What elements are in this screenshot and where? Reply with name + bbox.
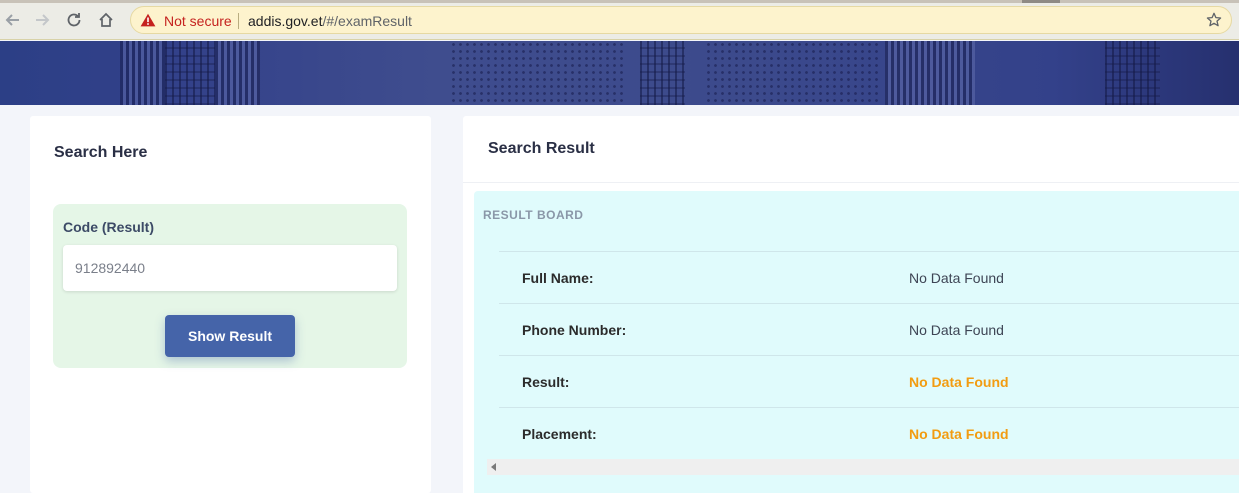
result-value: No Data Found bbox=[909, 374, 1009, 390]
forward-arrow-icon[interactable] bbox=[30, 8, 54, 32]
url-text[interactable]: addis.gov.et/#/examResult bbox=[248, 13, 412, 29]
code-field-label: Code (Result) bbox=[63, 219, 154, 235]
result-card: Search Result RESULT BOARD Full Name: No… bbox=[463, 116, 1239, 493]
search-card-title: Search Here bbox=[54, 144, 148, 161]
header-banner bbox=[0, 41, 1239, 105]
phone-number-value: No Data Found bbox=[909, 322, 1004, 338]
search-card: Search Here Code (Result) Show Result bbox=[30, 116, 431, 493]
full-name-label: Full Name: bbox=[522, 270, 594, 286]
reload-icon[interactable] bbox=[62, 8, 86, 32]
banner-pattern bbox=[215, 41, 260, 105]
table-row: Placement: No Data Found bbox=[499, 407, 1239, 459]
full-name-value: No Data Found bbox=[909, 270, 1004, 286]
result-board: RESULT BOARD Full Name: No Data Found Ph… bbox=[474, 191, 1239, 493]
banner-pattern bbox=[885, 41, 975, 105]
phone-number-label: Phone Number: bbox=[522, 322, 627, 338]
table-row: Phone Number: No Data Found bbox=[499, 303, 1239, 355]
banner-pattern bbox=[1105, 41, 1160, 105]
horizontal-scrollbar[interactable] bbox=[487, 459, 1239, 475]
banner-pattern bbox=[640, 41, 685, 105]
url-host: addis.gov.et bbox=[248, 13, 323, 29]
table-row: Result: No Data Found bbox=[499, 355, 1239, 407]
star-icon[interactable] bbox=[1206, 12, 1222, 28]
placement-value: No Data Found bbox=[909, 426, 1009, 442]
placement-label: Placement: bbox=[522, 426, 597, 442]
scroll-left-arrow-icon[interactable] bbox=[491, 463, 496, 471]
code-input[interactable] bbox=[63, 245, 397, 291]
card-divider bbox=[463, 182, 1239, 183]
warning-icon[interactable] bbox=[140, 13, 156, 27]
browser-toolbar: Not secure addis.gov.et/#/examResult bbox=[0, 0, 1239, 40]
address-separator bbox=[238, 13, 239, 29]
address-bar[interactable]: Not secure addis.gov.et/#/examResult bbox=[130, 6, 1232, 34]
table-row: Full Name: No Data Found bbox=[499, 251, 1239, 303]
back-arrow-icon[interactable] bbox=[1, 8, 25, 32]
search-form: Code (Result) Show Result bbox=[53, 204, 407, 368]
home-icon[interactable] bbox=[94, 8, 118, 32]
not-secure-label[interactable]: Not secure bbox=[164, 13, 232, 29]
result-table: Full Name: No Data Found Phone Number: N… bbox=[499, 251, 1239, 459]
banner-pattern bbox=[120, 41, 165, 105]
result-label: Result: bbox=[522, 374, 570, 390]
active-tab-marker[interactable] bbox=[1022, 0, 1060, 3]
show-result-button[interactable]: Show Result bbox=[165, 315, 295, 357]
banner-pattern bbox=[450, 41, 625, 105]
banner-pattern bbox=[165, 41, 215, 105]
result-card-title: Search Result bbox=[488, 140, 595, 157]
result-board-title: RESULT BOARD bbox=[483, 208, 584, 222]
url-path: /#/examResult bbox=[322, 13, 412, 29]
banner-pattern bbox=[705, 41, 880, 105]
